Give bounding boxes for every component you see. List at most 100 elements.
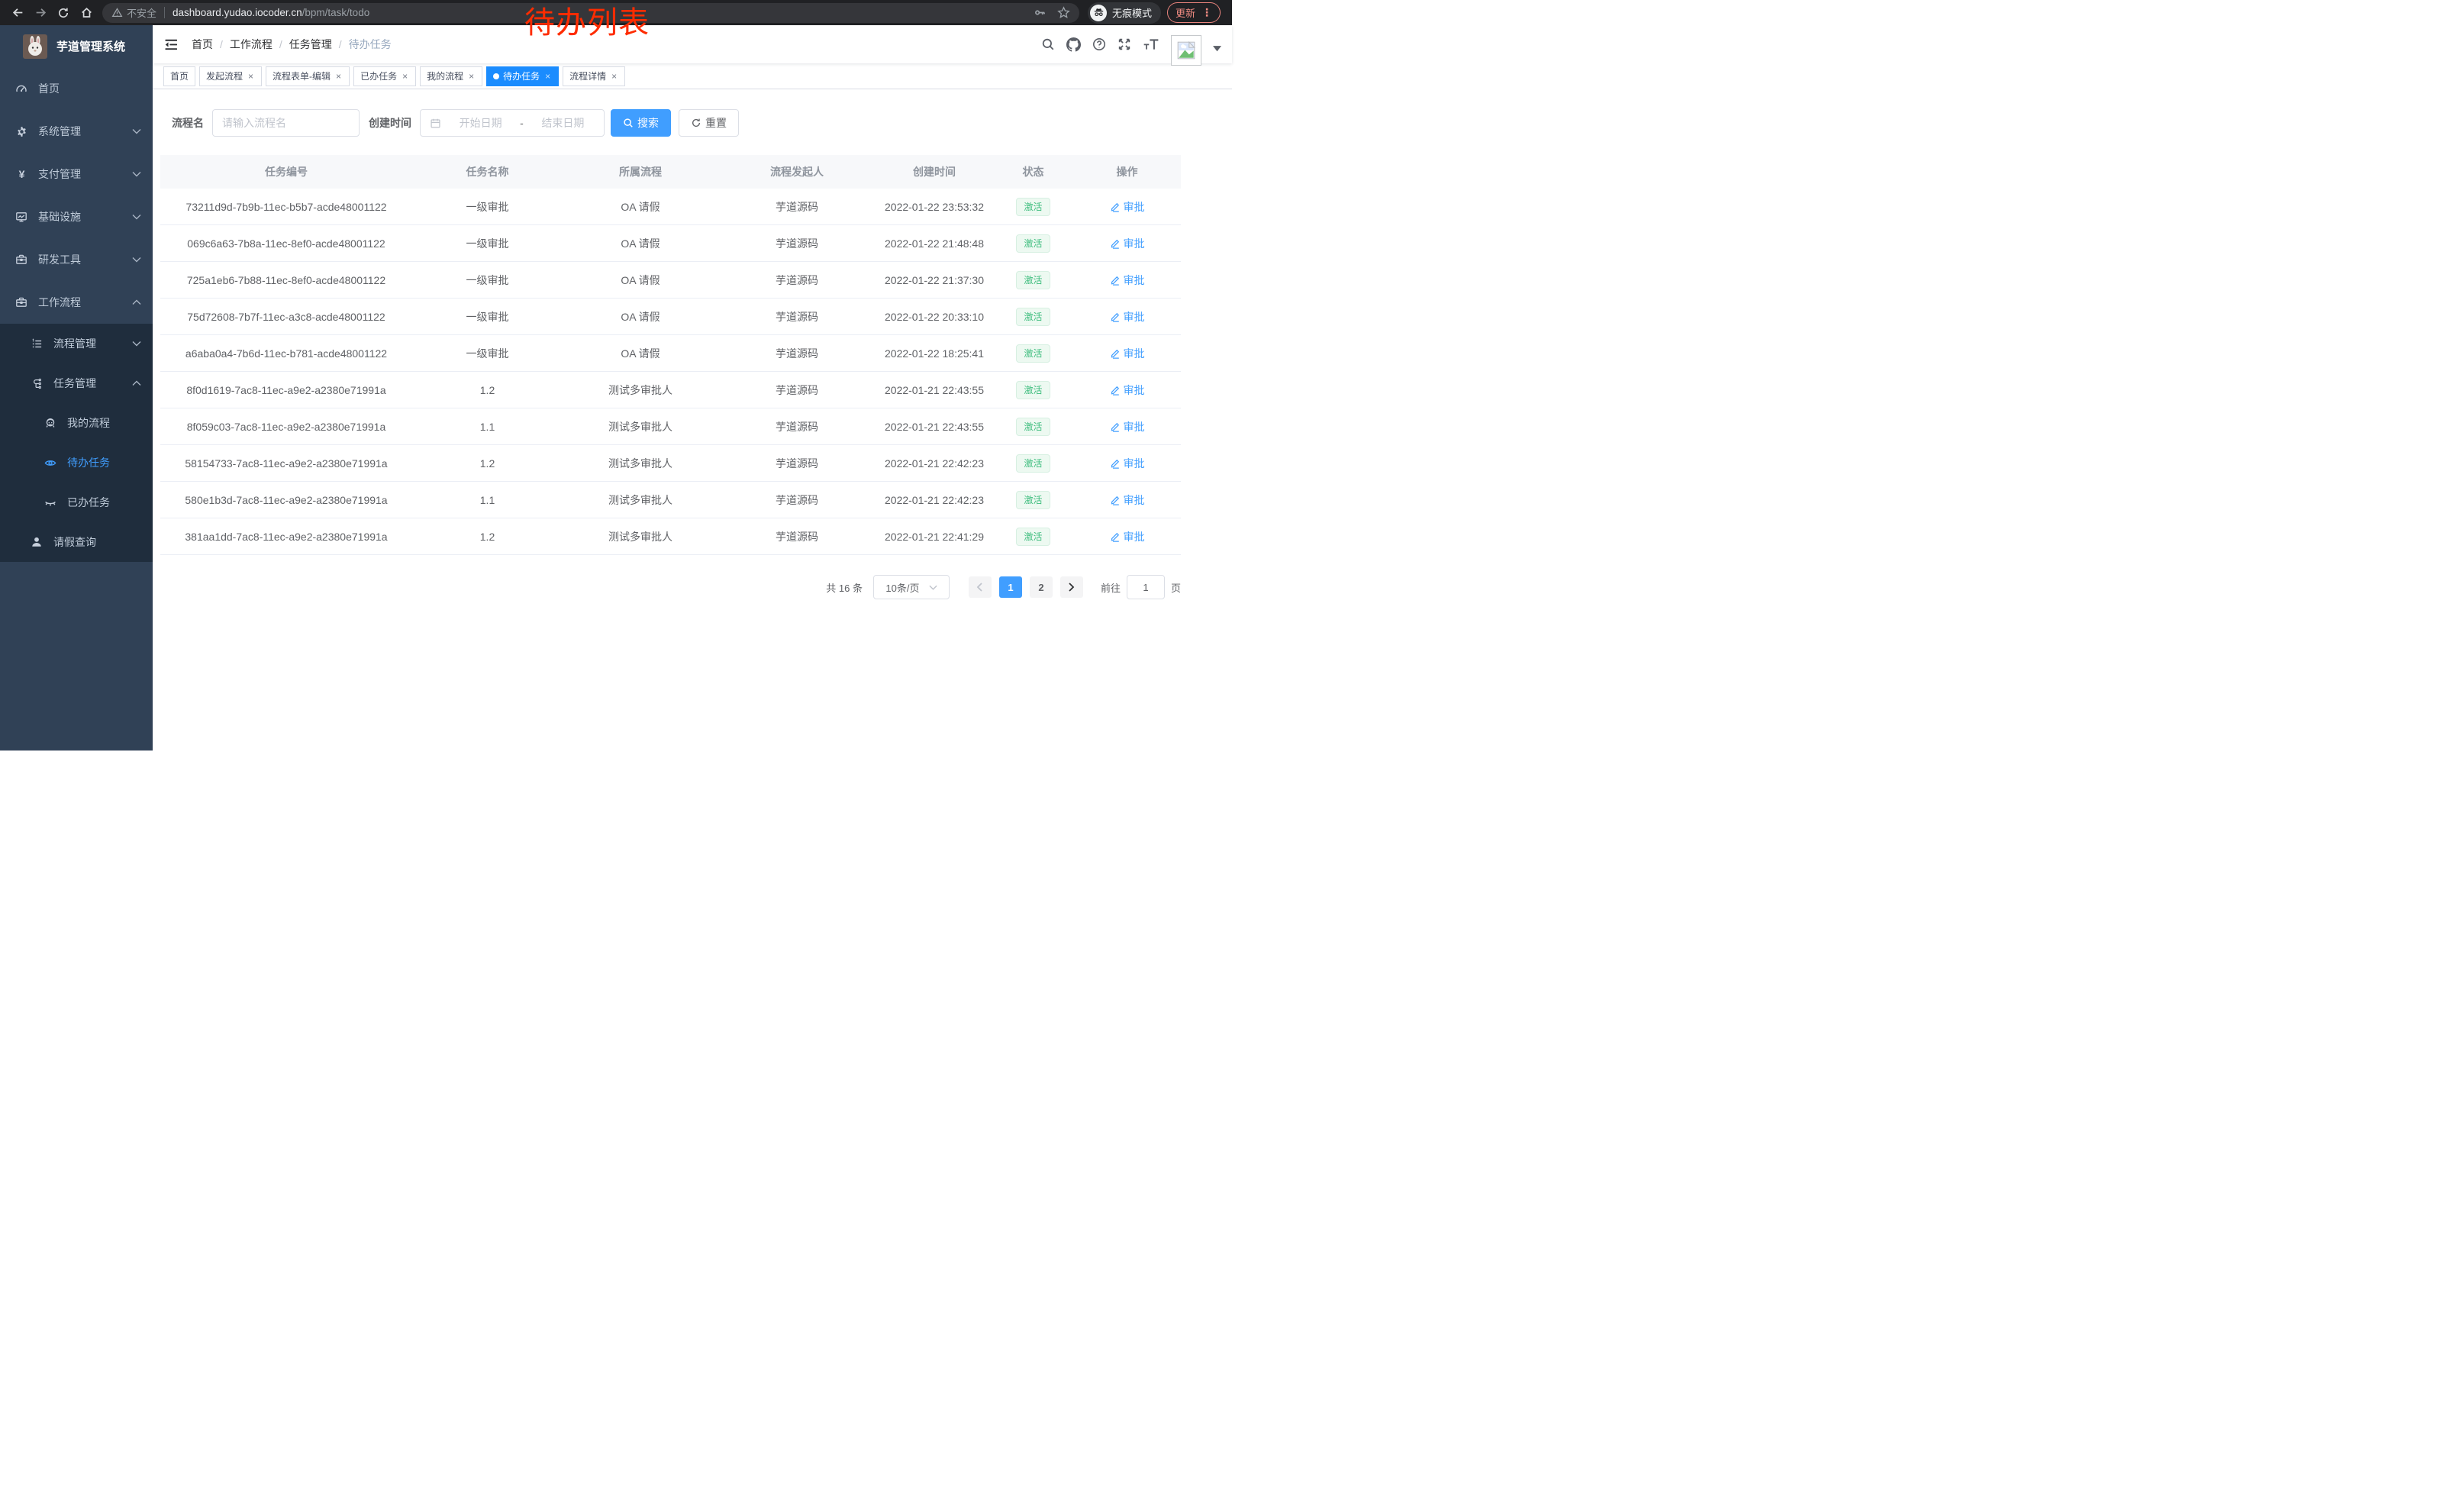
yen-icon: ¥ [15,169,27,180]
search-button[interactable]: 搜索 [611,109,671,137]
tab-done-task[interactable]: 已办任务× [353,66,416,86]
date-range-input[interactable]: 开始日期 - 结束日期 [420,109,605,137]
search-icon[interactable] [1041,37,1055,51]
browser-toolbar: 不安全 dashboard.yudao.iocoder.cn/bpm/task/… [0,0,1232,25]
sidebar-item-home[interactable]: 首页 [0,67,153,110]
github-icon[interactable] [1066,37,1081,52]
sidebar-item-infra[interactable]: 基础设施 [0,195,153,238]
tab-label: 待办任务 [503,69,540,82]
sidebar-item-payment[interactable]: ¥支付管理 [0,153,153,195]
page-size-select[interactable]: 10条/页 [873,575,950,599]
page-url[interactable]: dashboard.yudao.iocoder.cn/bpm/task/todo [173,7,369,18]
sidebar-item-workflow[interactable]: 工作流程 [0,281,153,324]
process-cell: 测试多审批人 [563,456,718,471]
sidebar-item-todo-task[interactable]: 待办任务 [0,443,153,483]
tab-home[interactable]: 首页 [163,66,195,86]
close-icon[interactable]: × [610,71,618,82]
status-cell: 激活 [993,528,1073,546]
avatar[interactable] [1171,35,1201,66]
breadcrumb-item[interactable]: 首页 [192,37,213,52]
close-icon[interactable]: × [401,71,409,82]
sidebar-item-my-process[interactable]: 我的流程 [0,403,153,443]
approve-button[interactable]: 审批 [1110,456,1145,471]
approve-button[interactable]: 审批 [1110,529,1145,544]
starter-cell: 芋道源码 [718,199,876,215]
breadcrumb-item[interactable]: 任务管理 [289,37,332,52]
status-cell: 激活 [993,454,1073,473]
tab-my-process[interactable]: 我的流程× [420,66,482,86]
help-icon[interactable] [1092,37,1106,51]
close-icon[interactable]: × [543,71,552,82]
reload-icon[interactable] [52,2,75,24]
starter-cell: 芋道源码 [718,456,876,471]
browser-menu-icon[interactable]: ⋮ [1201,6,1212,19]
close-icon[interactable]: × [334,71,343,82]
sidebar-item-process-mgmt[interactable]: 流程管理 [0,324,153,363]
sidebar-item-devtools[interactable]: 研发工具 [0,238,153,281]
action-cell: 审批 [1073,346,1181,361]
status-cell: 激活 [993,344,1073,363]
tab-start-process[interactable]: 发起流程× [199,66,262,86]
key-icon[interactable] [1034,6,1047,19]
action-cell: 审批 [1073,456,1181,471]
page-2-button[interactable]: 2 [1030,576,1053,598]
goto-label: 前往 [1101,580,1121,595]
edit-icon [1110,531,1121,542]
home-icon[interactable] [75,2,98,24]
task-name-cell: 1.2 [412,531,563,543]
approve-button[interactable]: 审批 [1110,236,1145,251]
gear-icon [15,126,27,137]
starter-cell: 芋道源码 [718,419,876,434]
active-tab-dot [493,73,499,79]
sidebar-item-system[interactable]: 系统管理 [0,110,153,153]
star-icon[interactable] [1057,6,1070,19]
close-icon[interactable]: × [247,71,255,82]
sidebar-toggle-icon[interactable] [165,39,178,50]
approve-button[interactable]: 审批 [1110,199,1145,215]
calendar-icon [430,118,441,129]
tab-todo-task[interactable]: 待办任务× [486,66,559,86]
reset-button[interactable]: 重置 [679,109,739,137]
task-id-cell: 069c6a63-7b8a-11ec-8ef0-acde48001122 [160,237,412,250]
sidebar-item-label: 研发工具 [38,252,81,267]
fullscreen-icon[interactable] [1118,37,1131,51]
sidebar-logo[interactable]: 芋道管理系统 [0,25,153,67]
task-name-cell: 1.1 [412,494,563,506]
approve-button[interactable]: 审批 [1110,273,1145,288]
sidebar-item-task-mgmt[interactable]: 任务管理 [0,363,153,403]
back-icon[interactable] [6,2,29,24]
caret-down-icon[interactable] [1213,46,1221,52]
approve-button[interactable]: 审批 [1110,492,1145,508]
incognito-label: 无痕模式 [1112,5,1152,20]
forward-icon[interactable] [29,2,52,24]
tab-process-detail[interactable]: 流程详情× [563,66,625,86]
next-page-button[interactable] [1060,576,1083,598]
approve-button[interactable]: 审批 [1110,346,1145,361]
goto-page-input[interactable]: 1 [1127,575,1165,599]
sidebar-item-leave-query[interactable]: 请假查询 [0,522,153,562]
task-name-cell: 1.1 [412,421,563,433]
process-cell: OA 请假 [563,309,718,324]
address-bar[interactable]: 不安全 dashboard.yudao.iocoder.cn/bpm/task/… [102,3,1079,23]
close-icon[interactable]: × [467,71,476,82]
approve-button[interactable]: 审批 [1110,383,1145,398]
page-1-button[interactable]: 1 [999,576,1022,598]
edit-icon [1110,495,1121,505]
create-time-label: 创建时间 [369,115,411,131]
date-range-separator: - [520,117,524,129]
top-navbar: 首页/工作流程/任务管理/待办任务 [153,25,1232,63]
process-name-input[interactable]: 请输入流程名 [212,109,360,137]
sidebar-item-done-task[interactable]: 已办任务 [0,483,153,522]
approve-button[interactable]: 审批 [1110,419,1145,434]
font-size-icon[interactable] [1143,37,1159,51]
task-name-cell: 一级审批 [412,199,563,215]
table-row: 75d72608-7b7f-11ec-a3c8-acde48001122一级审批… [160,299,1181,335]
breadcrumb-item[interactable]: 工作流程 [230,37,273,52]
user-icon [31,536,43,548]
update-button[interactable]: 更新 ⋮ [1167,2,1221,23]
approve-button[interactable]: 审批 [1110,309,1145,324]
prev-page-button[interactable] [969,576,992,598]
tab-form-edit[interactable]: 流程表单-编辑× [266,66,350,86]
action-cell: 审批 [1073,492,1181,508]
security-label[interactable]: 不安全 [127,5,156,20]
